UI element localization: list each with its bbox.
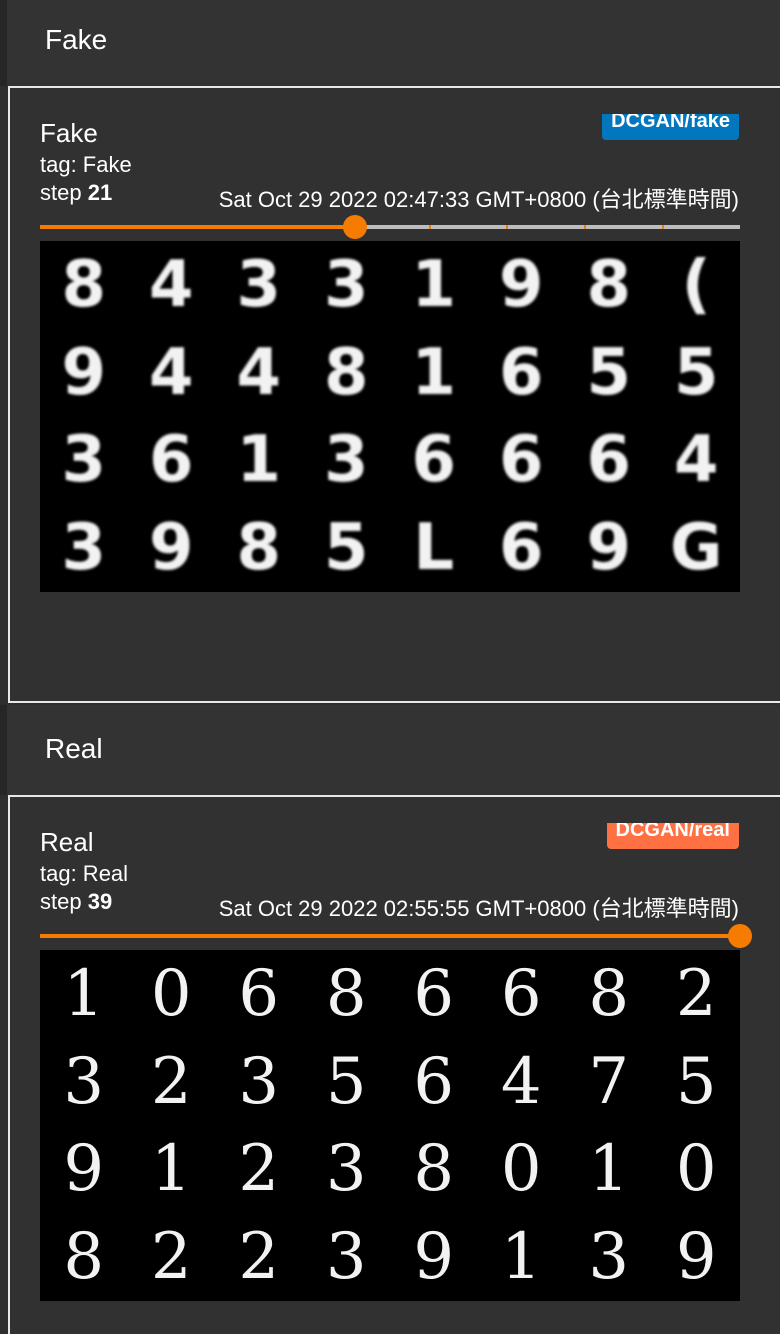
run-badge: DCGAN/real bbox=[606, 823, 739, 849]
digit-sample: 4 bbox=[148, 247, 194, 322]
card-tag: tag: Fake bbox=[40, 152, 132, 177]
digit-sample: 3 bbox=[323, 247, 369, 322]
step-value: 21 bbox=[87, 180, 113, 205]
digit-sample: 1 bbox=[411, 335, 457, 410]
slider-tick bbox=[584, 225, 586, 229]
digit-sample: 3 bbox=[588, 1220, 630, 1295]
digit-sample: G bbox=[669, 511, 723, 586]
digit-sample: 9 bbox=[148, 511, 194, 586]
digit-sample: 9 bbox=[586, 511, 632, 586]
digit-sample: 9 bbox=[675, 1220, 717, 1295]
image-card-real: DCGAN/real Real tag: Real step 39 Sat Oc… bbox=[8, 795, 780, 1334]
sample-image-grid: 8 4 3 3 1 9 8(9 4 4 8 1 6 5 5 3 6 1 3 6 6 6 4 3 9 8 5 L 6 9 G bbox=[40, 241, 740, 592]
digit-sample: 5 bbox=[323, 511, 369, 586]
step-label: step bbox=[40, 180, 82, 205]
digit-sample: 3 bbox=[61, 511, 107, 586]
digit-sample: 5 bbox=[325, 1044, 367, 1119]
digit-sample: 9 bbox=[498, 247, 544, 322]
digit-sample: 3 bbox=[325, 1132, 367, 1207]
digit-sample: 3 bbox=[61, 423, 107, 498]
digit-sample: 3 bbox=[63, 1044, 105, 1119]
digit-sample: 6 bbox=[411, 423, 457, 498]
digit-sample: 0 bbox=[675, 1132, 717, 1207]
digit-sample: 1 bbox=[63, 956, 105, 1031]
digit-sample: 1 bbox=[500, 1220, 542, 1295]
digit-sample: 8 bbox=[63, 1220, 105, 1295]
slider-tick bbox=[429, 225, 431, 229]
digit-sample: 1 bbox=[236, 423, 282, 498]
digit-sample: 6 bbox=[498, 423, 544, 498]
digit-sample: 3 bbox=[325, 1220, 367, 1295]
digit-sample: 3 bbox=[238, 1044, 280, 1119]
digit-sample: 8 bbox=[325, 956, 367, 1031]
sample-image-grid: 10686682323564759123801082239139 bbox=[40, 950, 740, 1301]
step-value: 39 bbox=[87, 889, 113, 914]
digit-sample: 6 bbox=[148, 423, 194, 498]
digit-sample: 6 bbox=[500, 956, 542, 1031]
digit-sample: 0 bbox=[150, 956, 192, 1031]
digit-sample: 6 bbox=[413, 1044, 455, 1119]
digit-sample: L bbox=[413, 511, 455, 586]
digit-sample: 9 bbox=[63, 1132, 105, 1207]
card-timestamp: Sat Oct 29 2022 02:55:55 GMT+0800 (台北標準時… bbox=[218, 896, 739, 921]
digit-sample: 6 bbox=[238, 956, 280, 1031]
slider-fill bbox=[40, 934, 740, 938]
step-slider[interactable] bbox=[40, 215, 740, 239]
digit-sample: 1 bbox=[411, 247, 457, 322]
digit-sample: 4 bbox=[500, 1044, 542, 1119]
digit-sample: 9 bbox=[413, 1220, 455, 1295]
card-title: Fake bbox=[40, 118, 98, 148]
digit-sample: 4 bbox=[148, 335, 194, 410]
card-timestamp: Sat Oct 29 2022 02:47:33 GMT+0800 (台北標準時… bbox=[218, 187, 739, 212]
digit-sample: 6 bbox=[413, 956, 455, 1031]
digit-sample: 6 bbox=[498, 511, 544, 586]
slider-fill bbox=[40, 225, 355, 229]
run-badge: DCGAN/fake bbox=[602, 114, 739, 140]
section-header-real[interactable]: Real bbox=[0, 705, 780, 795]
card-tag: tag: Real bbox=[40, 861, 129, 886]
card-step: step 39 bbox=[40, 889, 112, 915]
digit-sample: 2 bbox=[238, 1132, 280, 1207]
step-label: step bbox=[40, 889, 82, 914]
card-step: step 21 bbox=[40, 180, 112, 206]
slider-tick bbox=[506, 225, 508, 229]
slider-tick bbox=[662, 225, 664, 229]
image-card-fake: DCGAN/fake Fake tag: Fake step 21 Sat Oc… bbox=[8, 86, 780, 703]
digit-sample: 5 bbox=[586, 335, 632, 410]
digit-sample: 3 bbox=[236, 247, 282, 322]
digit-sample: 8 bbox=[323, 335, 369, 410]
slider-thumb[interactable] bbox=[343, 215, 367, 239]
step-slider[interactable] bbox=[40, 924, 752, 948]
digit-sample: 2 bbox=[238, 1220, 280, 1295]
digit-sample: 8 bbox=[61, 247, 107, 322]
digit-sample: 6 bbox=[498, 335, 544, 410]
digit-sample: 5 bbox=[673, 335, 719, 410]
digit-sample: 8 bbox=[588, 956, 630, 1031]
digit-sample: 9 bbox=[61, 335, 107, 410]
digit-sample: 1 bbox=[588, 1132, 630, 1207]
digit-sample: 2 bbox=[675, 956, 717, 1031]
digit-sample: 4 bbox=[236, 335, 282, 410]
digit-sample: ( bbox=[681, 247, 711, 322]
digit-sample: 0 bbox=[500, 1132, 542, 1207]
section-header-fake[interactable]: Fake bbox=[0, 0, 780, 86]
card-title: Real bbox=[40, 827, 94, 857]
section-title: Fake bbox=[45, 24, 108, 55]
digit-sample: 6 bbox=[586, 423, 632, 498]
digit-sample: 7 bbox=[588, 1044, 630, 1119]
digit-sample: 1 bbox=[150, 1132, 192, 1207]
digit-sample: 8 bbox=[586, 247, 632, 322]
digit-sample: 3 bbox=[323, 423, 369, 498]
digit-sample: 2 bbox=[150, 1220, 192, 1295]
digit-sample: 8 bbox=[413, 1132, 455, 1207]
slider-thumb[interactable] bbox=[728, 924, 752, 948]
digit-sample: 2 bbox=[150, 1044, 192, 1119]
digit-sample: 8 bbox=[236, 511, 282, 586]
section-title: Real bbox=[45, 733, 103, 764]
digit-sample: 5 bbox=[675, 1044, 717, 1119]
digit-sample: 4 bbox=[673, 423, 719, 498]
